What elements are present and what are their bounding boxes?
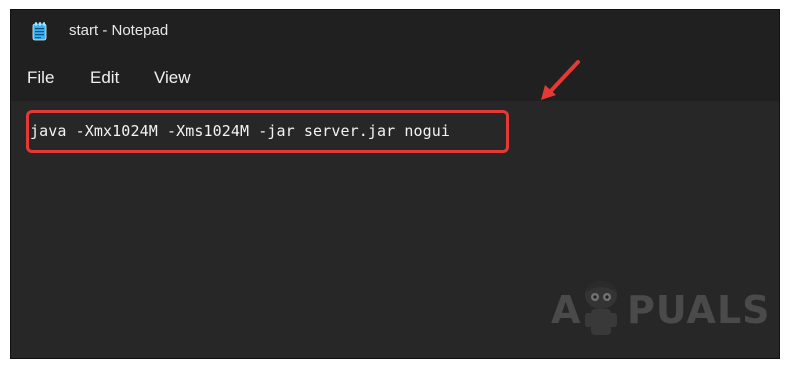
editor-text-line[interactable]: java -Xmx1024M -Xms1024M -jar server.jar… [30,121,450,141]
mascot-icon [585,281,617,335]
title-bar: start - Notepad [11,10,779,52]
window-title: start - Notepad [69,22,169,39]
menu-bar: File Edit View [11,52,779,101]
red-arrow-icon [541,60,580,100]
watermark-letters: PUALS [627,288,771,332]
menu-view[interactable]: View [154,68,191,88]
watermark-letter-a: A [551,288,582,332]
appuals-watermark: A PUALS [551,275,770,345]
notepad-icon [32,22,47,41]
menu-edit[interactable]: Edit [90,68,119,88]
menu-file[interactable]: File [27,68,54,88]
